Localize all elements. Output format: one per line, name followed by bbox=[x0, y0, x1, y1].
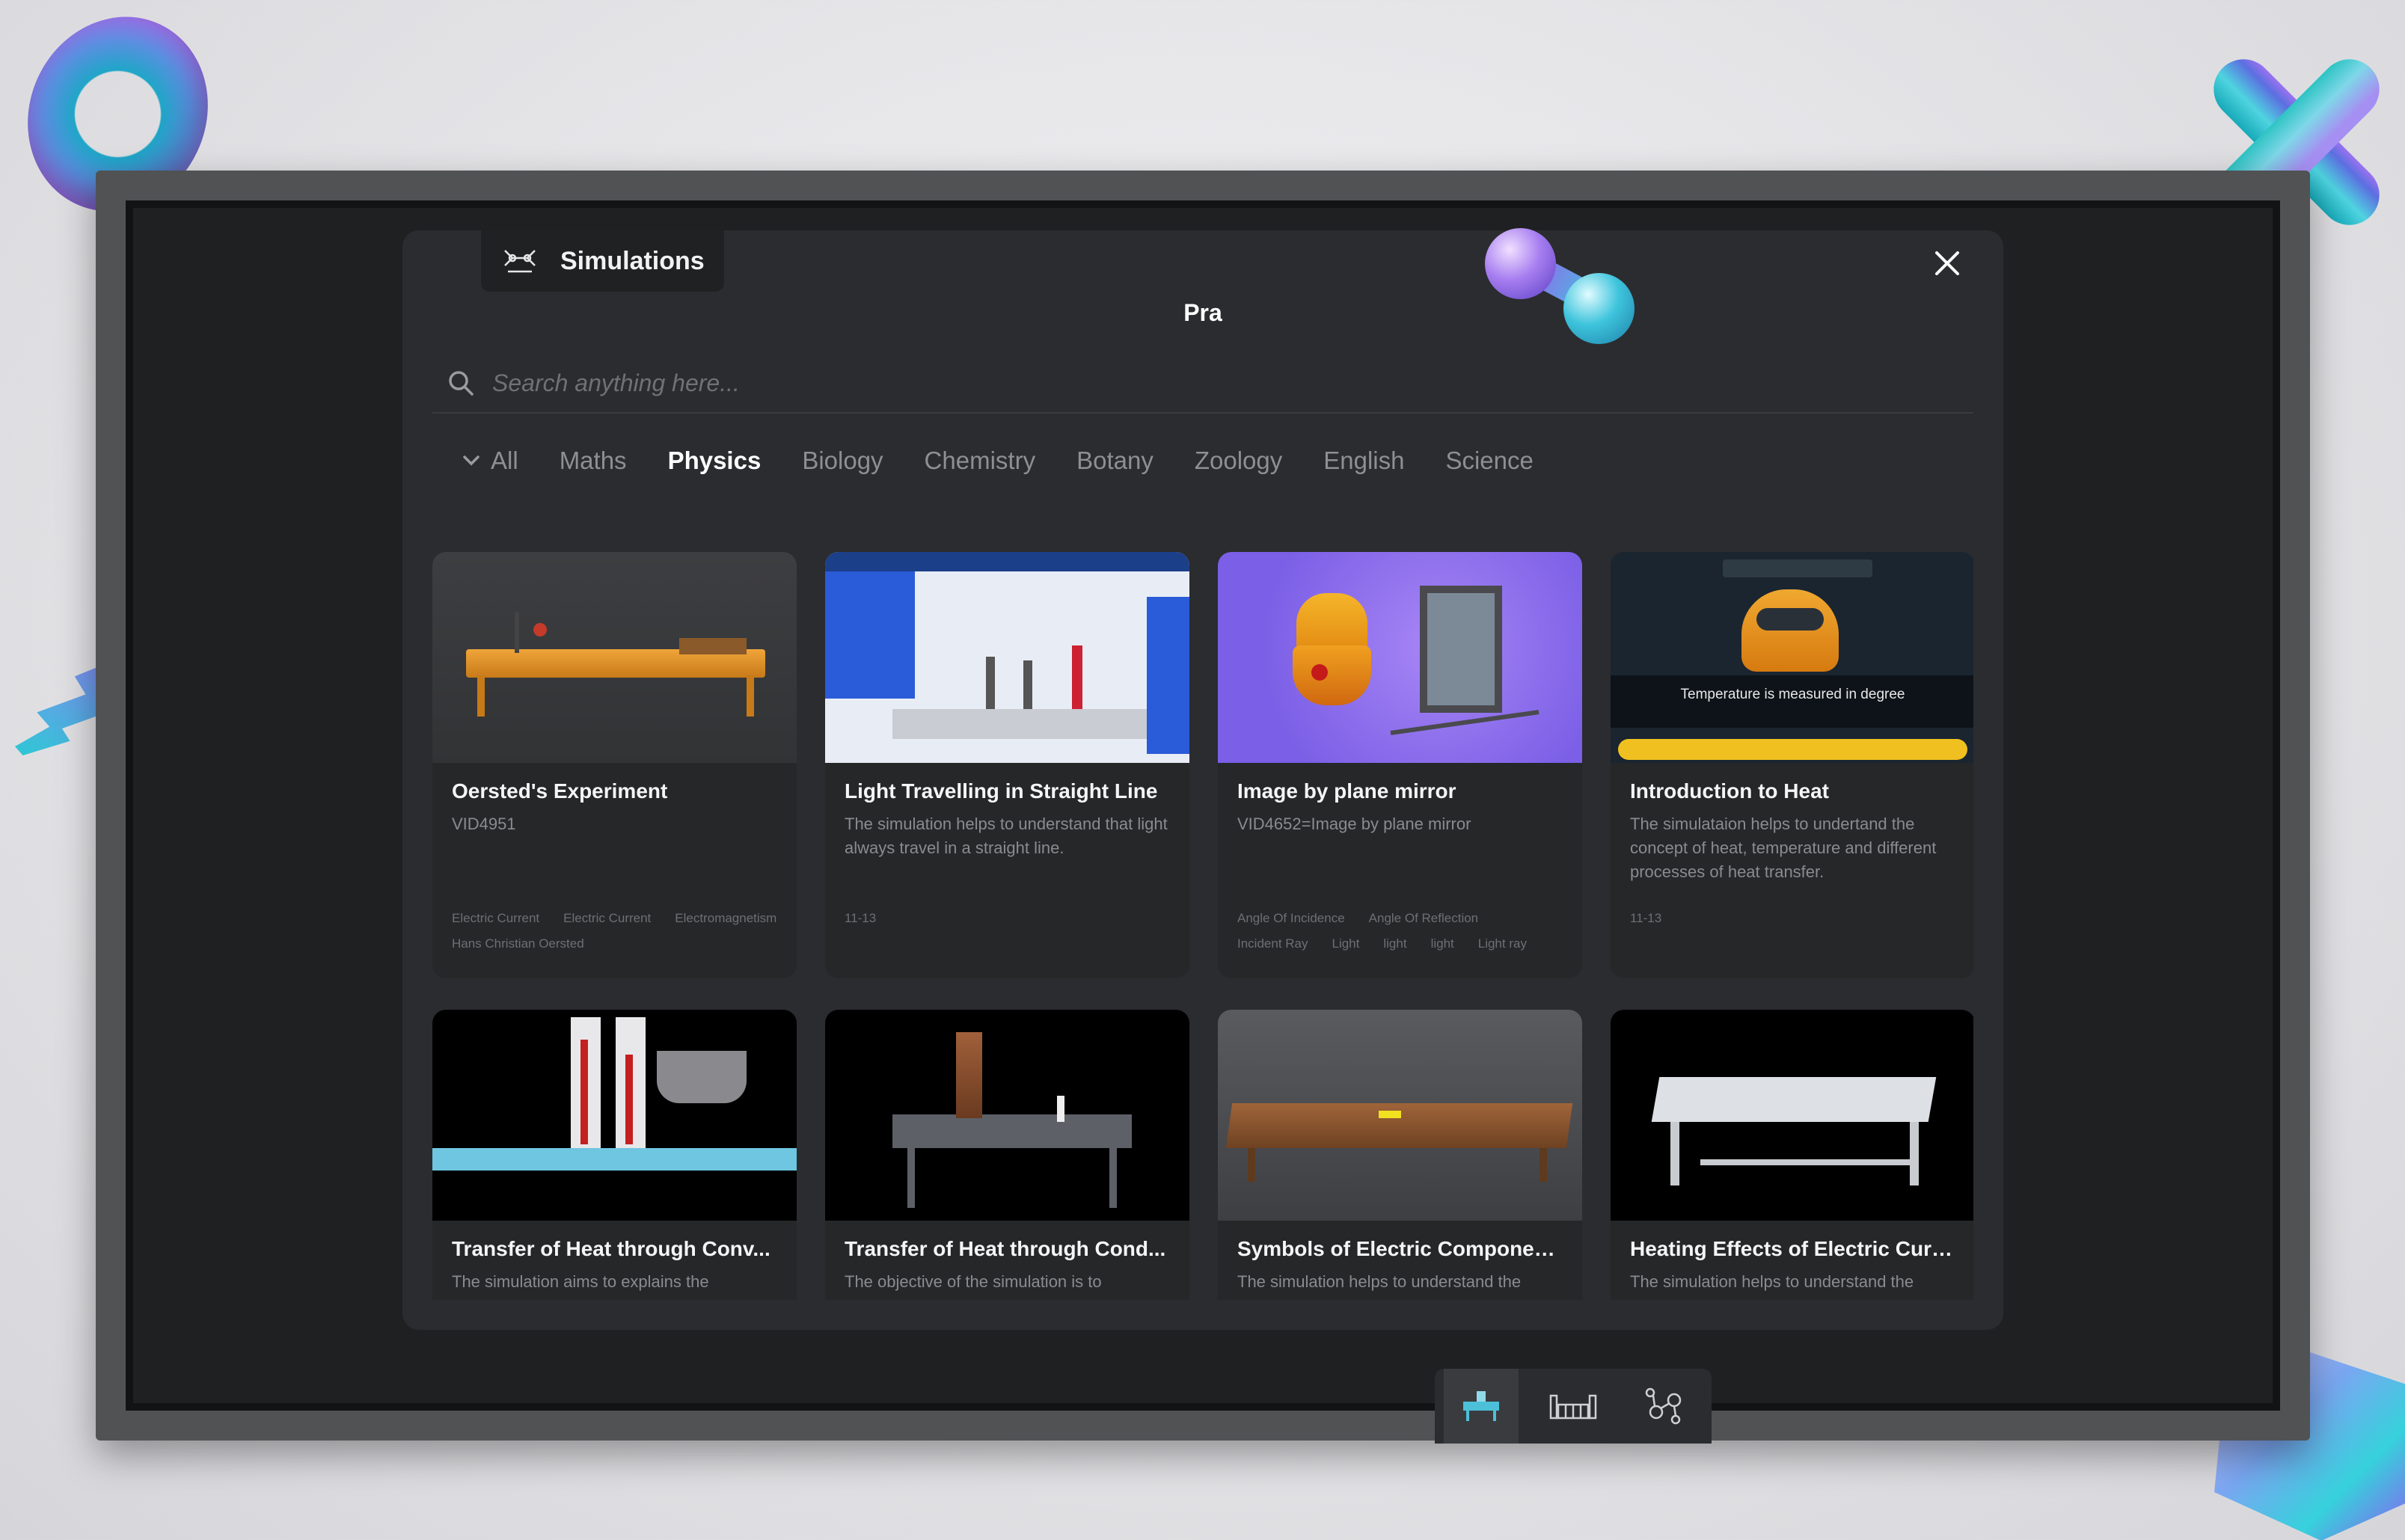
dumbbell-decoration bbox=[1485, 228, 1642, 344]
simulation-thumbnail: Temperature is measured in degree bbox=[1611, 552, 1973, 763]
card-description: The simulation helps to understand the bbox=[1237, 1272, 1522, 1291]
simulation-card[interactable]: Light Travelling in Straight Line The si… bbox=[825, 552, 1189, 978]
card-title: Symbols of Electric Componen... bbox=[1237, 1237, 1563, 1260]
tag: Electric Current bbox=[452, 911, 540, 925]
screen: Simulations Pra A bbox=[126, 200, 2280, 1444]
simulation-card[interactable]: Transfer of Heat through Conv... The sim… bbox=[432, 1010, 797, 1300]
filter-zoology[interactable]: Zoology bbox=[1195, 447, 1282, 475]
simulations-modal: Simulations Pra A bbox=[402, 230, 2003, 1330]
card-title: Heating Effects of Electric Curr... bbox=[1630, 1237, 1955, 1260]
filter-physics[interactable]: Physics bbox=[668, 447, 762, 475]
subject-filter-tabs: All Maths Physics Biology Chemistry Bota… bbox=[432, 431, 1534, 491]
tag: Light bbox=[1332, 936, 1360, 951]
thumbnail-caption: Temperature is measured in degree bbox=[1680, 687, 1905, 702]
modal-tab-label: Simulations bbox=[560, 246, 705, 275]
close-button[interactable] bbox=[1928, 247, 1966, 284]
simulation-card[interactable]: Symbols of Electric Componen... The simu… bbox=[1218, 1010, 1582, 1300]
age-range: 11-13 bbox=[845, 911, 877, 925]
simulation-thumbnail bbox=[1611, 1010, 1973, 1221]
card-description: VID4951 bbox=[452, 815, 516, 833]
filter-biology[interactable]: Biology bbox=[802, 447, 883, 475]
search-icon bbox=[449, 371, 474, 396]
simulation-card[interactable]: Image by plane mirror VID4652=Image by p… bbox=[1218, 552, 1582, 978]
tag: Electric Current bbox=[563, 911, 652, 925]
filter-maths[interactable]: Maths bbox=[560, 447, 627, 475]
tag: Angle Of Incidence bbox=[1237, 911, 1345, 925]
tag: light bbox=[1383, 936, 1407, 951]
simulation-thumbnail bbox=[825, 552, 1189, 763]
simulation-thumbnail bbox=[432, 1010, 797, 1221]
filter-botany[interactable]: Botany bbox=[1076, 447, 1154, 475]
card-title: Introduction to Heat bbox=[1630, 779, 1829, 803]
simulation-card[interactable]: Transfer of Heat through Cond... The obj… bbox=[825, 1010, 1189, 1300]
molecule-icon bbox=[1646, 1387, 1682, 1425]
simulation-thumbnail bbox=[1218, 1010, 1582, 1221]
modal-title: Pra bbox=[1183, 299, 1222, 326]
simulation-card[interactable]: Temperature is measured in degree Introd… bbox=[1611, 552, 1973, 978]
modal-tab: Simulations bbox=[481, 230, 724, 292]
tag: Incident Ray bbox=[1237, 936, 1308, 951]
bottom-dock bbox=[1435, 1369, 1712, 1444]
card-tags: Angle Of Incidence Angle Of Reflection I… bbox=[1237, 911, 1567, 951]
dock-molecules[interactable] bbox=[1628, 1369, 1703, 1444]
periodic-table-icon bbox=[1549, 1394, 1597, 1420]
simulation-grid: Oersted's Experiment VID4951 Electric Cu… bbox=[432, 552, 1973, 1300]
filter-all[interactable]: All bbox=[462, 447, 518, 475]
simulation-card[interactable]: Oersted's Experiment VID4951 Electric Cu… bbox=[432, 552, 797, 978]
close-icon bbox=[1935, 251, 1959, 275]
simulation-lab-icon bbox=[1462, 1391, 1499, 1421]
card-description: The simulataion helps to undertand the c… bbox=[1630, 815, 1937, 881]
card-title: Transfer of Heat through Conv... bbox=[452, 1237, 770, 1260]
search-input[interactable] bbox=[492, 369, 1689, 397]
dock-simulations[interactable] bbox=[1443, 1369, 1519, 1444]
simulation-thumbnail bbox=[825, 1010, 1189, 1221]
chevron-down-icon bbox=[463, 455, 480, 466]
card-tags: Electric Current Electric Current Electr… bbox=[452, 911, 782, 951]
simulation-thumbnail bbox=[432, 552, 797, 763]
simulation-card[interactable]: Heating Effects of Electric Curr... The … bbox=[1611, 1010, 1973, 1300]
card-description: The simulation aims to explains the bbox=[452, 1272, 709, 1291]
dock-periodic-table[interactable] bbox=[1536, 1369, 1611, 1444]
search-bar bbox=[432, 354, 1973, 414]
filter-english[interactable]: English bbox=[1323, 447, 1404, 475]
simulations-icon bbox=[504, 250, 536, 273]
card-title: Transfer of Heat through Cond... bbox=[845, 1237, 1166, 1260]
card-title: Image by plane mirror bbox=[1237, 779, 1456, 803]
monitor-frame: Simulations Pra A bbox=[96, 171, 2310, 1444]
tag: Electromagnetism bbox=[675, 911, 777, 925]
tag: Light ray bbox=[1477, 936, 1527, 951]
age-range: 11-13 bbox=[1630, 911, 1662, 925]
card-title: Light Travelling in Straight Line bbox=[845, 779, 1158, 803]
card-description: VID4652=Image by plane mirror bbox=[1237, 815, 1471, 833]
card-description: The simulation helps to understand that … bbox=[845, 815, 1168, 857]
filter-label: All bbox=[491, 447, 518, 474]
tag: light bbox=[1430, 936, 1454, 951]
card-description: The objective of the simulation is to bbox=[845, 1272, 1102, 1291]
tag: Angle Of Reflection bbox=[1368, 911, 1479, 925]
simulation-thumbnail bbox=[1218, 552, 1582, 763]
filter-science[interactable]: Science bbox=[1445, 447, 1533, 475]
card-title: Oersted's Experiment bbox=[452, 779, 668, 803]
filter-chemistry[interactable]: Chemistry bbox=[925, 447, 1036, 475]
card-description: The simulation helps to understand the bbox=[1630, 1272, 1914, 1291]
tag: Hans Christian Oersted bbox=[452, 936, 584, 951]
